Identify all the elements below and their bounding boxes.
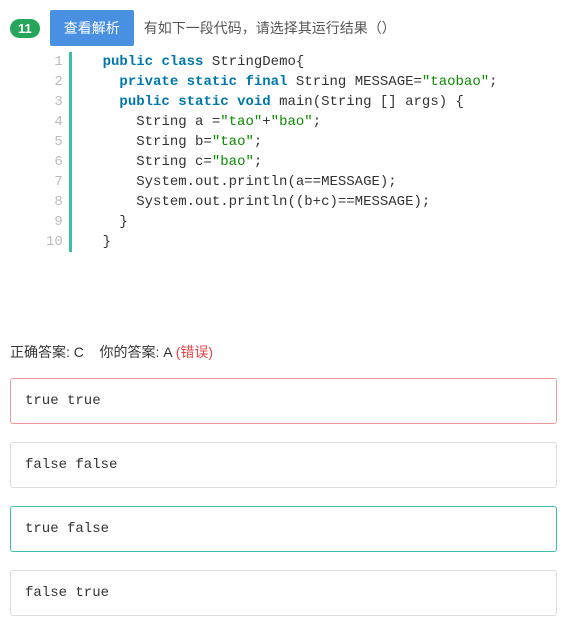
line-number: 2 — [46, 72, 63, 92]
correct-answer-label: 正确答案: C — [10, 344, 84, 360]
view-analysis-button[interactable]: 查看解析 — [50, 10, 134, 46]
option-text: true false — [25, 521, 109, 537]
code-line: String a ="tao"+"bao"; — [86, 112, 498, 132]
code-line: String b="tao"; — [86, 132, 498, 152]
code-line: public static void main(String [] args) … — [86, 92, 498, 112]
line-number: 3 — [46, 92, 63, 112]
code-line: String c="bao"; — [86, 152, 498, 172]
question-header: 11 查看解析 有如下一段代码，请选择其运行结果（） — [10, 10, 557, 46]
option-text: false true — [25, 585, 109, 601]
code-line: } — [86, 212, 498, 232]
option-c[interactable]: true false — [10, 506, 557, 552]
options-container: true true false false true false false true — [10, 378, 557, 616]
line-number-gutter: 12345678910 — [46, 52, 69, 252]
line-number: 4 — [46, 112, 63, 132]
code-block: 12345678910 public class StringDemo{ pri… — [46, 52, 557, 252]
answer-line: 正确答案: C 你的答案: A (错误) — [10, 342, 557, 362]
option-a[interactable]: true true — [10, 378, 557, 424]
code-content: public class StringDemo{ private static … — [69, 52, 498, 252]
option-text: false false — [25, 457, 117, 473]
code-line: } — [86, 232, 498, 252]
line-number: 7 — [46, 172, 63, 192]
option-b[interactable]: false false — [10, 442, 557, 488]
option-text: true true — [25, 393, 101, 409]
question-number-badge: 11 — [10, 19, 40, 38]
wrong-indicator: (错误) — [176, 344, 213, 360]
line-number: 1 — [46, 52, 63, 72]
line-number: 8 — [46, 192, 63, 212]
code-line: private static final String MESSAGE="tao… — [86, 72, 498, 92]
line-number: 10 — [46, 232, 63, 252]
your-answer-label: 你的答案: A — [99, 344, 171, 360]
line-number: 9 — [46, 212, 63, 232]
line-number: 5 — [46, 132, 63, 152]
code-line: System.out.println((b+c)==MESSAGE); — [86, 192, 498, 212]
code-line: System.out.println(a==MESSAGE); — [86, 172, 498, 192]
question-prompt: 有如下一段代码，请选择其运行结果（） — [144, 18, 396, 38]
code-line: public class StringDemo{ — [86, 52, 498, 72]
line-number: 6 — [46, 152, 63, 172]
option-d[interactable]: false true — [10, 570, 557, 616]
